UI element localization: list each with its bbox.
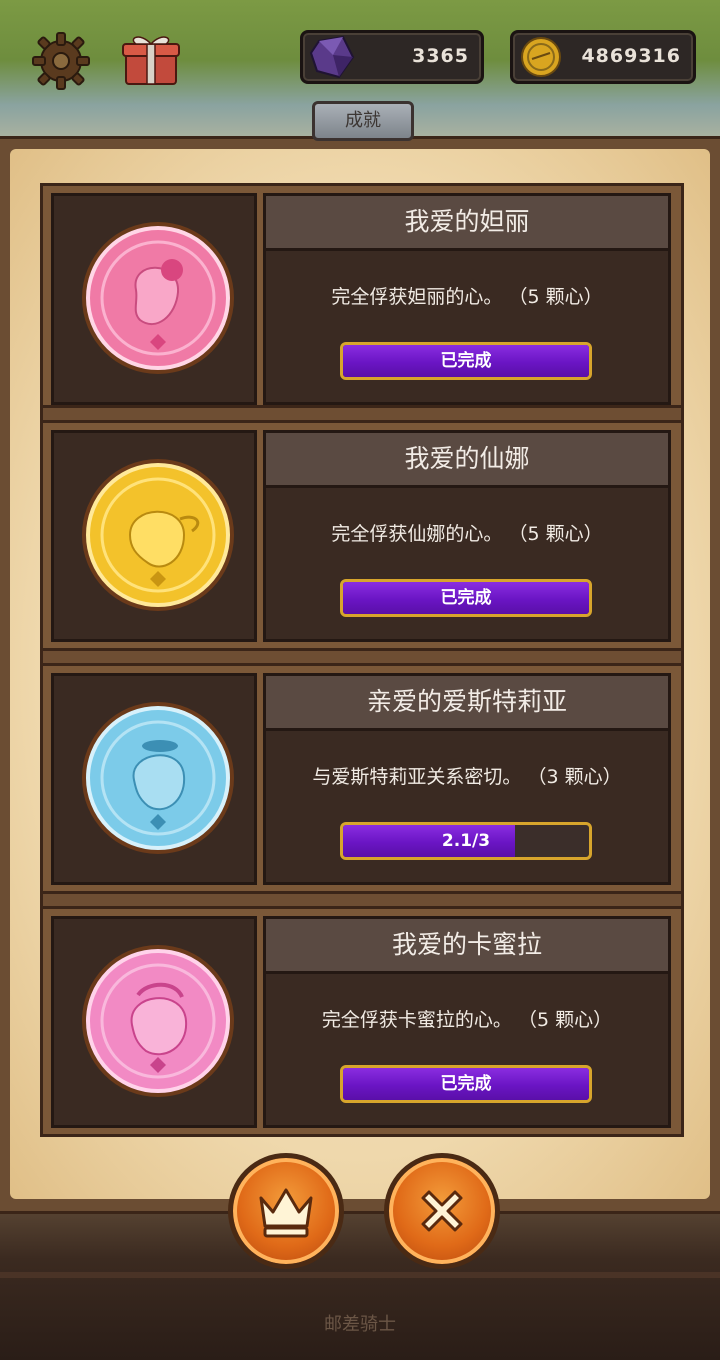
medal-slot	[51, 193, 257, 405]
coin-counter[interactable]: 4869316	[510, 30, 696, 84]
ground-line	[0, 1272, 720, 1278]
achievement-card: 亲爱的爱斯特莉亚 与爱斯特莉亚关系密切。 （3 颗心） 2.1/3	[51, 673, 671, 885]
blue-heart-medal-icon	[82, 702, 234, 854]
gem-icon	[309, 35, 355, 79]
background-scenery-bottom	[0, 1205, 720, 1360]
card-divider	[43, 648, 681, 666]
achievement-title: 我爱的卡蜜拉	[266, 919, 668, 974]
achievement-description: 完全俘获仙娜的心。 （5 颗心）	[331, 523, 603, 545]
gem-counter[interactable]: 3365	[300, 30, 484, 84]
card-divider	[43, 891, 681, 909]
achievements-panel: 我爱的妲丽 完全俘获妲丽的心。 （5 颗心） 已完成 我爱的仙娜 完全俘获仙娜的…	[0, 136, 720, 1214]
close-icon	[421, 1190, 463, 1232]
card-divider	[43, 405, 681, 423]
achievement-card: 我爱的卡蜜拉 完全俘获卡蜜拉的心。 （5 颗心） 已完成	[51, 916, 671, 1128]
medal-slot	[51, 916, 257, 1128]
rose-heart-medal-icon	[82, 945, 234, 1097]
achievement-info: 亲爱的爱斯特莉亚 与爱斯特莉亚关系密切。 （3 颗心） 2.1/3	[263, 673, 671, 885]
achievement-card: 我爱的妲丽 完全俘获妲丽的心。 （5 颗心） 已完成	[51, 193, 671, 405]
status-label: 已完成	[440, 1074, 492, 1094]
app-footer-title: 邮差骑士	[324, 1314, 396, 1335]
gem-count: 3365	[412, 45, 469, 67]
achievement-status-bar: 已完成	[340, 342, 592, 380]
achievement-progress-bar: 2.1/3	[340, 822, 592, 860]
settings-button[interactable]	[30, 30, 92, 92]
achievement-list[interactable]: 我爱的妲丽 完全俘获妲丽的心。 （5 颗心） 已完成 我爱的仙娜 完全俘获仙娜的…	[40, 183, 684, 1137]
achievements-tab: 成就	[312, 101, 414, 141]
parchment-background: 我爱的妲丽 完全俘获妲丽的心。 （5 颗心） 已完成 我爱的仙娜 完全俘获仙娜的…	[10, 149, 710, 1199]
achievement-status-bar: 已完成	[340, 579, 592, 617]
achievement-title: 我爱的妲丽	[266, 196, 668, 251]
achievement-status-bar: 已完成	[340, 1065, 592, 1103]
achievement-info: 我爱的卡蜜拉 完全俘获卡蜜拉的心。 （5 颗心） 已完成	[263, 916, 671, 1128]
medal-slot	[51, 673, 257, 885]
tab-title: 成就	[345, 110, 381, 131]
crown-button[interactable]	[228, 1153, 344, 1269]
achievement-info: 我爱的妲丽 完全俘获妲丽的心。 （5 颗心） 已完成	[263, 193, 671, 405]
gift-icon	[122, 36, 180, 85]
coin-count: 4869316	[581, 45, 681, 67]
achievement-info: 我爱的仙娜 完全俘获仙娜的心。 （5 颗心） 已完成	[263, 430, 671, 642]
progress-label: 2.1/3	[441, 831, 491, 851]
achievement-title: 我爱的仙娜	[266, 433, 668, 488]
achievement-description: 完全俘获妲丽的心。 （5 颗心）	[331, 286, 603, 308]
achievement-description: 与爱斯特莉亚关系密切。 （3 颗心）	[312, 766, 622, 788]
medal-slot	[51, 430, 257, 642]
gear-icon	[32, 32, 90, 90]
gift-button[interactable]	[120, 28, 182, 90]
coin-icon	[521, 37, 561, 77]
crown-icon	[259, 1188, 313, 1238]
gold-heart-medal-icon	[82, 459, 234, 611]
close-button[interactable]	[384, 1153, 500, 1269]
achievement-card: 我爱的仙娜 完全俘获仙娜的心。 （5 颗心） 已完成	[51, 430, 671, 642]
achievement-title: 亲爱的爱斯特莉亚	[266, 676, 668, 731]
pink-heart-medal-icon	[82, 222, 234, 374]
status-label: 已完成	[440, 588, 492, 608]
status-label: 已完成	[440, 351, 492, 371]
achievement-description: 完全俘获卡蜜拉的心。 （5 颗心）	[321, 1009, 613, 1031]
